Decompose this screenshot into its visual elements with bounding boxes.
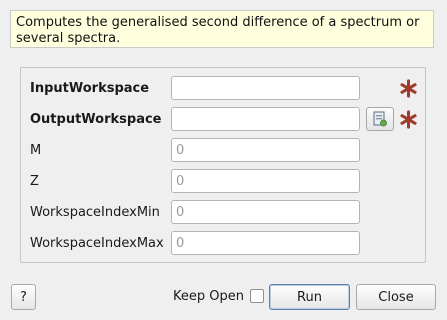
- input-workspace-field[interactable]: [171, 76, 360, 100]
- required-star-icon: [400, 79, 417, 98]
- keep-open-label: Keep Open: [173, 289, 244, 304]
- run-button[interactable]: Run: [269, 284, 350, 310]
- help-button[interactable]: ?: [11, 284, 36, 310]
- required-star-icon: [400, 110, 417, 129]
- m-label: M: [30, 143, 42, 158]
- z-label: Z: [30, 174, 39, 189]
- workspace-index-max-label: WorkspaceIndexMax: [30, 236, 164, 251]
- close-button[interactable]: Close: [356, 284, 436, 310]
- algorithm-description: Computes the generalised second differen…: [10, 10, 434, 48]
- workspace-index-max-field[interactable]: [171, 231, 360, 255]
- input-workspace-label: InputWorkspace: [30, 81, 150, 96]
- workspace-index-min-field[interactable]: [171, 200, 360, 224]
- z-field[interactable]: [171, 169, 360, 193]
- output-workspace-label: OutputWorkspace: [30, 112, 162, 127]
- output-workspace-field[interactable]: [171, 107, 360, 131]
- workspace-browse-icon: [373, 111, 387, 127]
- keep-open-checkbox[interactable]: [250, 289, 264, 303]
- m-field[interactable]: [171, 138, 360, 162]
- workspace-index-min-label: WorkspaceIndexMin: [30, 205, 160, 220]
- workspace-browse-button[interactable]: [366, 107, 394, 131]
